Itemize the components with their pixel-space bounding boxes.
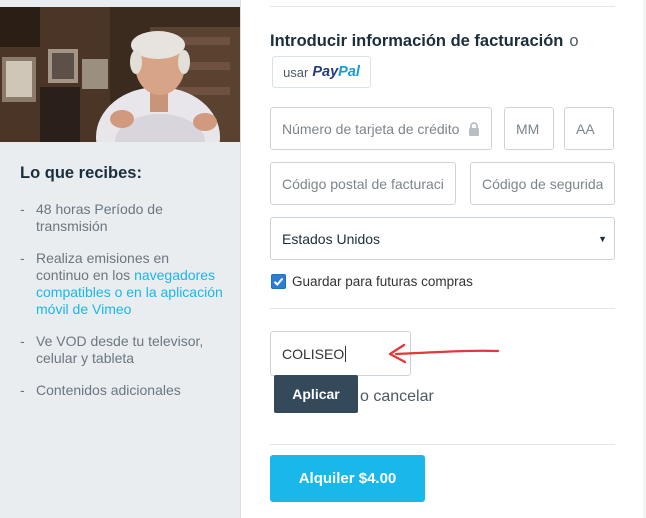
benefit-item: Ve VOD desde tu televisor, celular y tab… xyxy=(20,333,225,367)
video-thumbnail xyxy=(0,7,240,142)
expiry-month-field[interactable]: MM xyxy=(504,107,554,150)
speaker-photo xyxy=(0,7,240,142)
card-number-field[interactable]: Número de tarjeta de crédito xyxy=(270,107,492,150)
save-for-future-row[interactable]: Guardar para futuras compras xyxy=(271,274,473,289)
country-select[interactable]: Estados Unidos ▼ xyxy=(270,217,615,260)
section-divider xyxy=(270,308,615,309)
save-checkbox[interactable] xyxy=(271,274,286,289)
lock-icon xyxy=(469,122,479,136)
rent-button[interactable]: Alquiler $4.00 xyxy=(270,455,425,502)
benefit-item: Realiza emisiones en continuo en los nav… xyxy=(20,250,225,318)
text-cursor xyxy=(345,345,347,362)
billing-title: Introducir información de facturación o xyxy=(270,32,579,50)
bottom-divider xyxy=(270,444,615,445)
dropdown-caret-icon: ▼ xyxy=(598,234,607,244)
benefits-heading: Lo que recibes: xyxy=(20,164,142,182)
top-divider xyxy=(270,6,615,7)
cancel-coupon-link[interactable]: cancelar xyxy=(373,388,433,405)
sidebar: Lo que recibes: 48 horas Período de tran… xyxy=(0,0,240,518)
postal-code-field[interactable]: Código postal de facturaci xyxy=(270,162,456,205)
benefits-list: 48 horas Período de transmisión Realiza … xyxy=(20,201,225,414)
paypal-logo: PayPal xyxy=(312,64,360,80)
expiry-year-field[interactable]: AA xyxy=(564,107,614,150)
paypal-button[interactable]: usar PayPal xyxy=(272,56,371,88)
red-arrow-annotation-icon xyxy=(388,343,500,364)
checkmark-icon xyxy=(273,277,284,286)
apply-coupon-button[interactable]: Aplicar xyxy=(274,375,358,413)
security-code-field[interactable]: Código de segurida xyxy=(470,162,615,205)
benefit-item: Contenidos adicionales xyxy=(20,382,225,399)
cancel-coupon-row: o cancelar xyxy=(360,388,434,405)
benefit-item: 48 horas Período de transmisión xyxy=(20,201,225,235)
column-divider xyxy=(240,0,241,518)
